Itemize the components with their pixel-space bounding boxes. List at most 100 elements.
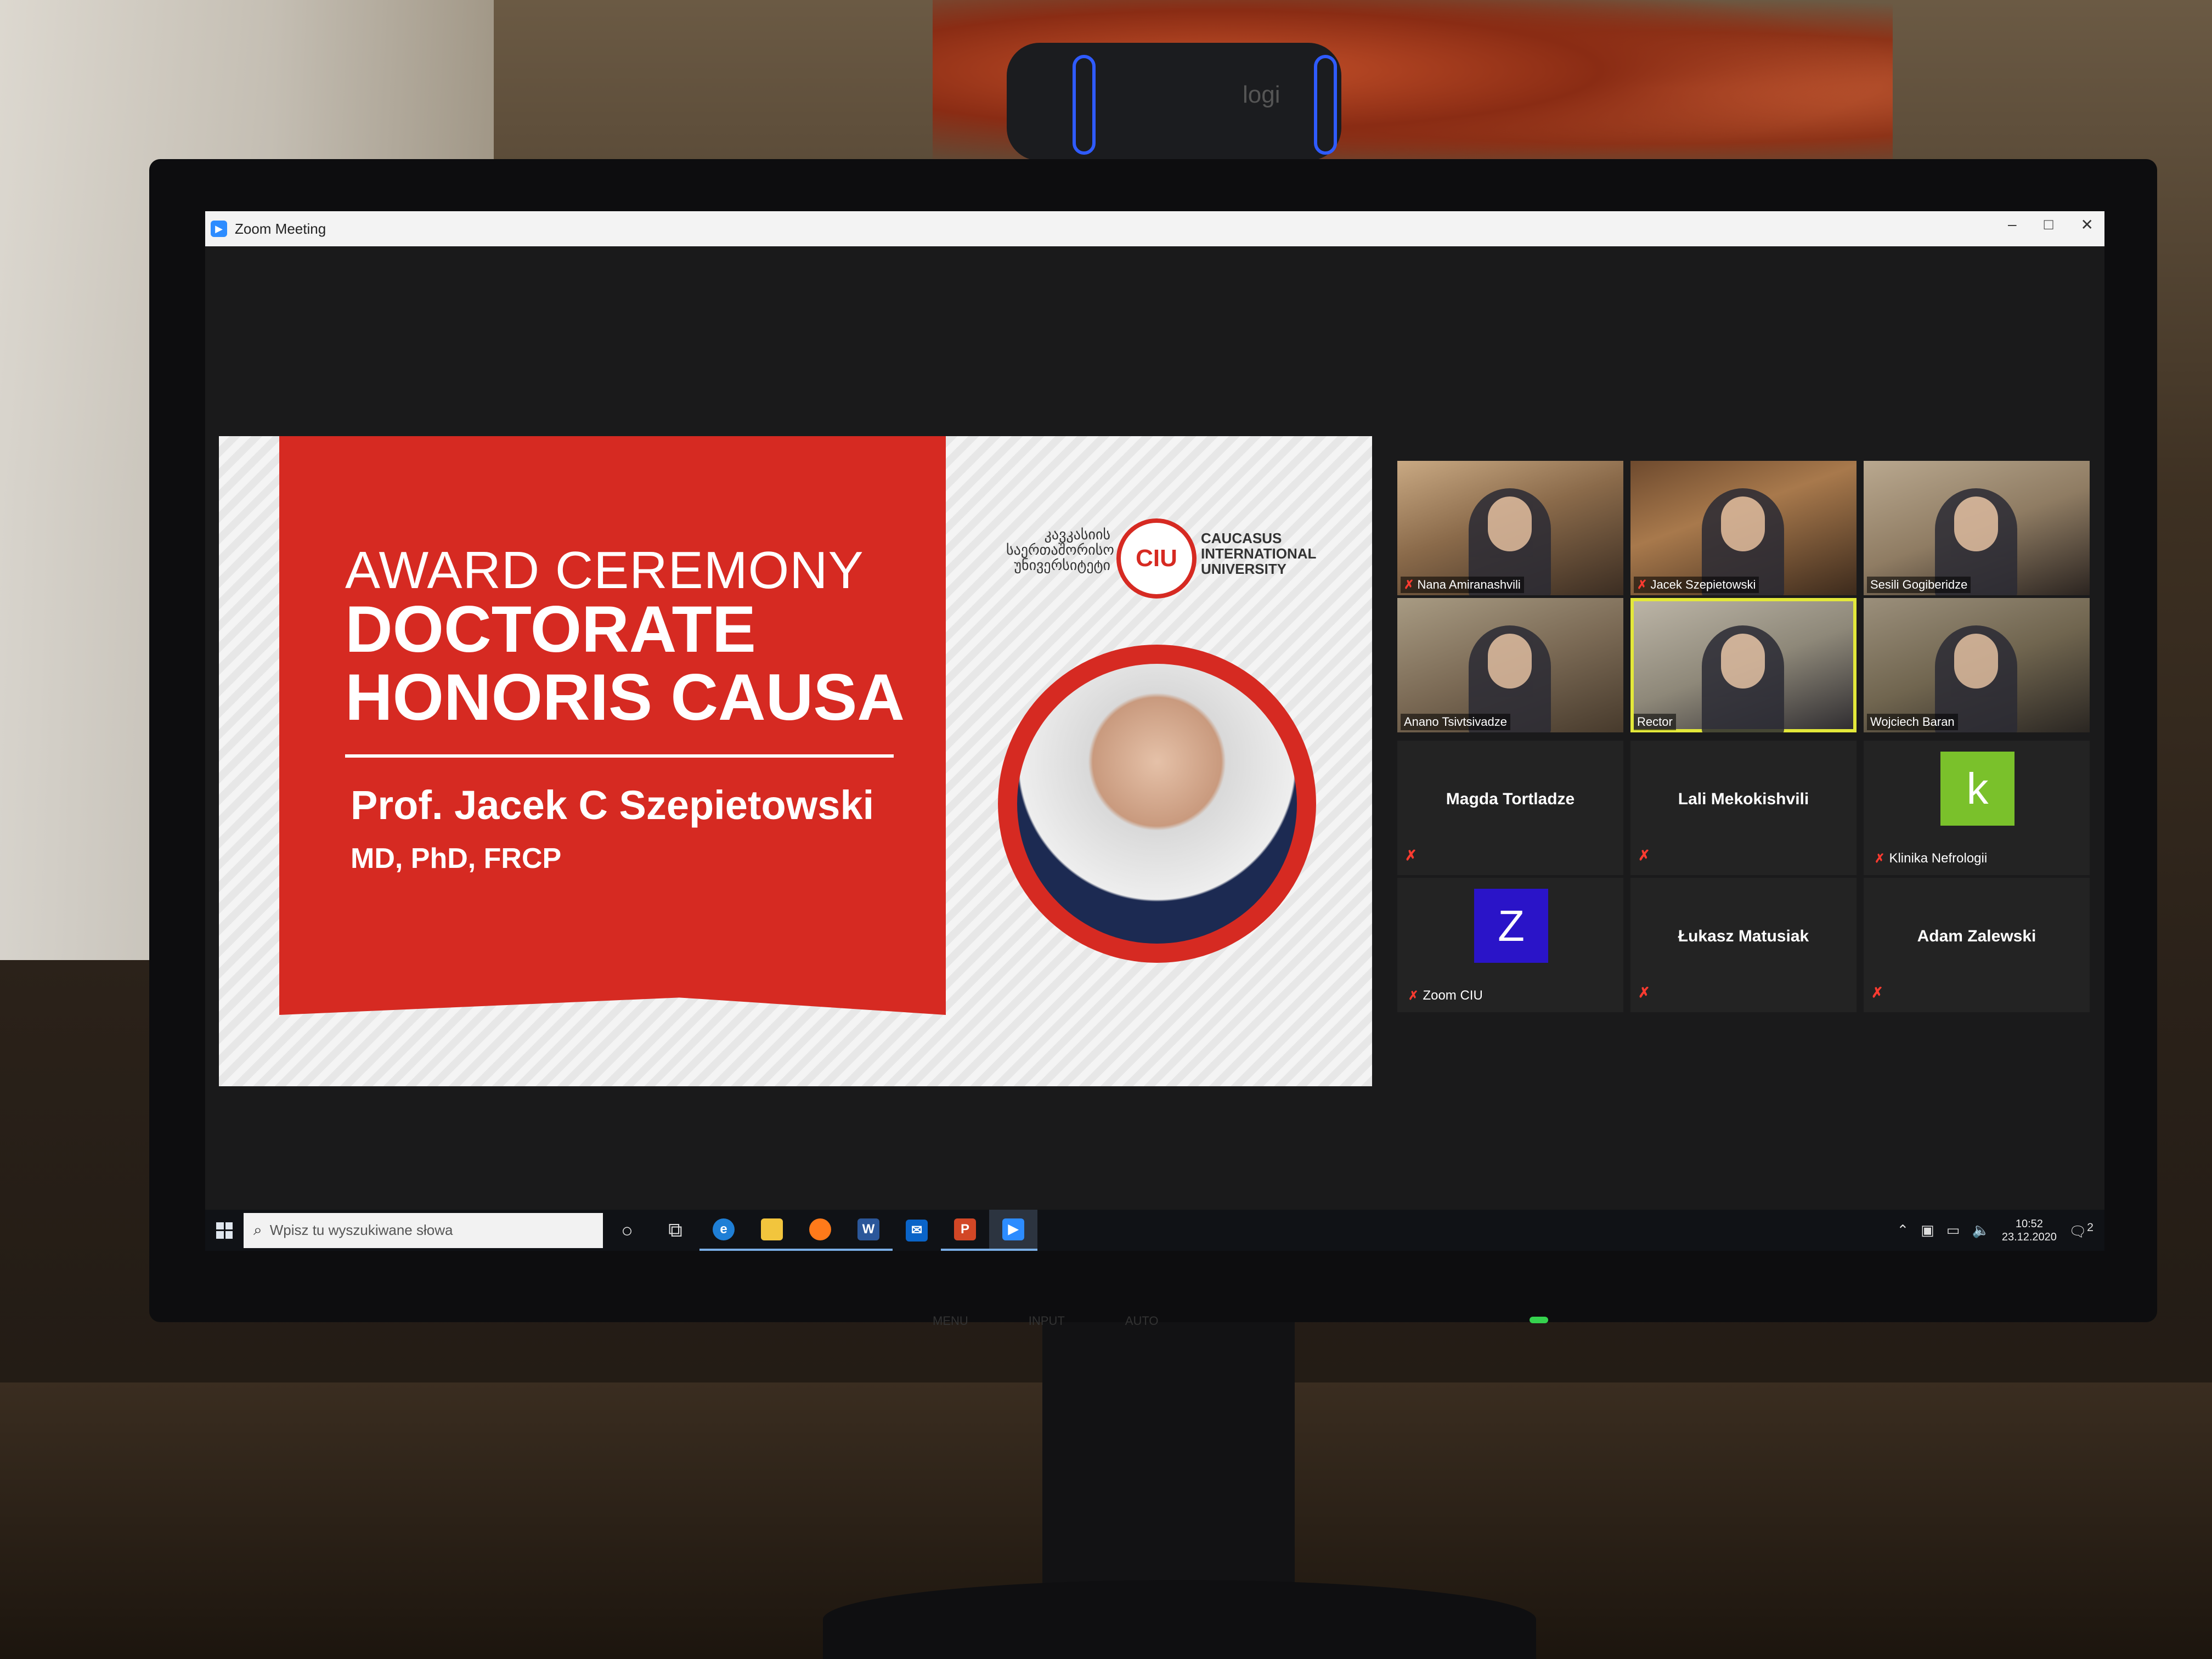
- participant-video: [1702, 625, 1784, 732]
- participant-name: Magda Tortladze: [1446, 790, 1575, 808]
- window-title: Zoom Meeting: [235, 220, 326, 237]
- notification-count: 2: [2086, 1220, 2094, 1234]
- participant-tile[interactable]: Adam Zalewski ✗: [1864, 878, 2090, 1012]
- volume-icon[interactable]: 🔈: [1972, 1222, 1989, 1239]
- mic-muted-icon: ✗: [1638, 847, 1650, 864]
- participant-label: ✗ Nana Amiranashvili: [1401, 577, 1524, 593]
- participant-tile[interactable]: k ✗ Klinika Nefrologii: [1864, 741, 2090, 875]
- powerpoint-icon[interactable]: P: [941, 1210, 989, 1251]
- word-icon[interactable]: W: [844, 1210, 893, 1251]
- webcam-led-left: [1073, 55, 1096, 155]
- window-titlebar[interactable]: ▶ Zoom Meeting – □ ✕: [205, 211, 2104, 246]
- participant-tile[interactable]: Magda Tortladze ✗: [1397, 741, 1623, 875]
- webcam-led-right: [1314, 55, 1337, 155]
- chevron-up-icon[interactable]: ⌃: [1897, 1222, 1909, 1239]
- slide-divider: [345, 754, 894, 758]
- logo-en-line: CAUCASUS: [1201, 530, 1282, 546]
- maximize-button[interactable]: □: [2044, 216, 2053, 234]
- participant-label: ✗ Jacek Szepietowski: [1634, 577, 1759, 593]
- mic-muted-icon: ✗: [1637, 578, 1647, 591]
- participant-name: Wojciech Baran: [1870, 715, 1955, 729]
- search-icon: ⌕: [253, 1221, 262, 1238]
- university-seal-icon: CIU: [1116, 518, 1197, 599]
- logo-ge-line: კავკასიის: [1044, 526, 1110, 543]
- participant-name: Nana Amiranashvili: [1417, 578, 1521, 591]
- participant-tile[interactable]: Sesili Gogiberidze: [1864, 461, 2090, 595]
- participant-label: Sesili Gogiberidze: [1867, 577, 1971, 593]
- notifications-icon[interactable]: 🗨2: [2069, 1220, 2094, 1240]
- display-icon[interactable]: ▭: [1946, 1222, 1960, 1239]
- start-button[interactable]: [205, 1210, 244, 1251]
- webcam: logi: [1007, 43, 1341, 161]
- participant-tile[interactable]: Lali Mekokishvili ✗: [1630, 741, 1857, 875]
- mic-muted-icon: ✗: [1638, 984, 1650, 1001]
- system-tray: ⌃ ▣ ▭ 🔈 10:52 23.12.2020 🗨2: [1897, 1210, 2094, 1251]
- bezel-labels: MENU INPUT AUTO: [933, 1314, 1481, 1330]
- participant-name: Łukasz Matusiak: [1678, 927, 1809, 945]
- mic-muted-icon: ✗: [1871, 984, 1883, 1001]
- university-logo-georgian: კავკასიის საერთაშორისო უნივერსიტეტი: [1006, 526, 1114, 573]
- clock-date: 23.12.2020: [2001, 1231, 2057, 1243]
- participant-avatar: Z: [1474, 889, 1548, 963]
- participant-label: Wojciech Baran: [1867, 714, 1958, 730]
- university-logo-english: CAUCASUS INTERNATIONAL UNIVERSITY: [1201, 531, 1316, 577]
- participant-label: ✗ Klinika Nefrologii: [1875, 851, 1987, 866]
- logo-ge-line: უნივერსიტეტი: [1014, 557, 1110, 573]
- mic-muted-icon: ✗: [1408, 989, 1419, 1002]
- windows-taskbar: ⌕ Wpisz tu wyszukiwane słowa ○ ⧉ e W ✉ P…: [205, 1210, 2104, 1251]
- taskbar-clock[interactable]: 10:52 23.12.2020: [2002, 1217, 2057, 1244]
- window-controls: – □ ✕: [2008, 216, 2094, 234]
- mic-muted-icon: ✗: [1405, 847, 1417, 864]
- slide-honoree-degrees: MD, PhD, FRCP: [351, 843, 562, 874]
- logo-en-line: UNIVERSITY: [1201, 561, 1287, 577]
- participant-name: Adam Zalewski: [1917, 927, 2036, 945]
- monitor-base: [823, 1580, 1536, 1659]
- slide-honoree-name: Prof. Jacek C Szepietowski: [351, 782, 874, 828]
- shared-screen-slide: AWARD CEREMONY DOCTORATE HONORIS CAUSA P…: [219, 436, 1372, 1086]
- network-icon[interactable]: ▣: [1921, 1222, 1934, 1239]
- slide-heading-award: AWARD CEREMONY: [345, 541, 864, 600]
- firefox-icon[interactable]: [796, 1210, 844, 1251]
- participant-name: Klinika Nefrologii: [1889, 851, 1988, 866]
- logo-ge-line: საერთაშორისო: [1006, 541, 1114, 558]
- participant-tile[interactable]: Z ✗ Zoom CIU: [1397, 878, 1623, 1012]
- cortana-icon[interactable]: ○: [603, 1210, 651, 1251]
- search-placeholder: Wpisz tu wyszukiwane słowa: [269, 1222, 453, 1238]
- edge-icon[interactable]: e: [699, 1210, 748, 1251]
- minimize-button[interactable]: –: [2008, 216, 2017, 234]
- webcam-brand: logi: [1243, 81, 1280, 108]
- zoom-icon[interactable]: ▶: [989, 1210, 1037, 1251]
- taskbar-search-box[interactable]: ⌕ Wpisz tu wyszukiwane słowa: [244, 1212, 603, 1248]
- power-led: [1530, 1317, 1548, 1323]
- windows-logo-icon: [216, 1222, 233, 1239]
- bezel-label-menu: MENU: [933, 1314, 968, 1328]
- participant-tile[interactable]: Łukasz Matusiak ✗: [1630, 878, 1857, 1012]
- slide-heading-doctorate: DOCTORATE: [345, 592, 756, 666]
- participant-tile[interactable]: ✗ Nana Amiranashvili: [1397, 461, 1623, 595]
- participant-name: Lali Mekokishvili: [1678, 790, 1809, 808]
- participant-name: Rector: [1637, 715, 1673, 729]
- participant-tile-active-speaker[interactable]: Rector: [1630, 598, 1857, 732]
- clock-time: 10:52: [2015, 1217, 2043, 1230]
- file-explorer-icon[interactable]: [748, 1210, 796, 1251]
- participant-label: Rector: [1634, 714, 1676, 730]
- bezel-label-input: INPUT: [1028, 1314, 1065, 1328]
- logo-en-line: INTERNATIONAL: [1201, 545, 1317, 562]
- participant-tile[interactable]: Wojciech Baran: [1864, 598, 2090, 732]
- bezel-label-auto: AUTO: [1125, 1314, 1159, 1328]
- participant-label: ✗ Zoom CIU: [1408, 988, 1483, 1003]
- participant-avatar: k: [1940, 752, 2015, 826]
- participant-name: Anano Tsivtsivadze: [1404, 715, 1507, 729]
- participant-tile[interactable]: ✗ Jacek Szepietowski: [1630, 461, 1857, 595]
- participant-name: Zoom CIU: [1423, 988, 1483, 1003]
- participant-label: Anano Tsivtsivadze: [1401, 714, 1510, 730]
- task-view-icon[interactable]: ⧉: [651, 1210, 699, 1251]
- zoom-app-icon: ▶: [211, 221, 227, 237]
- participant-name: Sesili Gogiberidze: [1870, 578, 1968, 591]
- participant-grid: ✗ Nana Amiranashvili ✗ Jacek Szepietowsk…: [1397, 461, 2090, 1040]
- close-button[interactable]: ✕: [2081, 216, 2094, 234]
- participant-tile[interactable]: Anano Tsivtsivadze: [1397, 598, 1623, 732]
- mail-icon[interactable]: ✉: [893, 1210, 941, 1251]
- mic-muted-icon: ✗: [1875, 851, 1885, 865]
- honoree-portrait: [1017, 664, 1297, 944]
